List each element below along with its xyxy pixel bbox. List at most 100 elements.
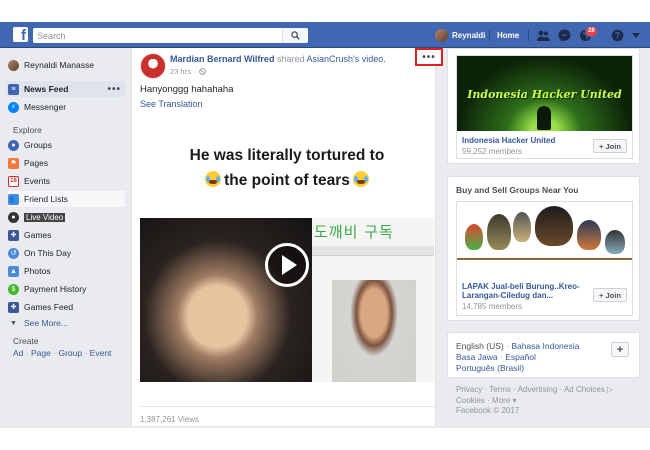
privacy-link[interactable]: Privacy [456,385,482,394]
language-option[interactable]: Bahasa Indonesia [511,341,579,351]
video-player[interactable]: He was literally tortured to the point o… [140,130,434,384]
profile-link[interactable]: Reynaldi [452,31,485,40]
notification-badge: 28 [585,26,598,37]
group-member-count: 14,785 members [462,302,523,311]
on-this-day-icon: ↺ [8,247,19,259]
sidebar-item-games-feed[interactable]: ✚ Games Feed [8,299,73,315]
play-button-icon[interactable] [265,243,309,287]
create-heading: Create [13,336,39,346]
see-translation-link[interactable]: See Translation [140,99,203,109]
feed-post: Mardian Bernard Wilfred shared AsianCrus… [131,48,436,426]
join-group-button[interactable]: + Join [593,288,627,302]
video-screen-strip [312,246,434,256]
separator: · [25,348,29,358]
sidebar-item-groups[interactable]: ● Groups 2 [8,137,164,153]
sidebar-item-label: Live Video [24,212,66,222]
group-member-count: 59,252 members [462,147,523,156]
crying-person-image [332,280,416,382]
sidebar-item-friend-lists[interactable]: 👥 Friend Lists [8,191,125,207]
laughing-tears-emoji-icon [352,171,369,187]
add-language-button[interactable]: + [611,342,629,357]
create-group-link[interactable]: Group [58,348,82,358]
pages-icon: ⚑ [8,157,19,169]
friend-requests-icon[interactable] [536,28,551,43]
sidebar-item-live-video[interactable]: ● Live Video [8,209,66,225]
cookies-link[interactable]: Cookies [456,396,485,405]
bird-image [513,212,531,242]
shared-video-link[interactable]: 's video. [353,54,386,64]
svg-text:?: ? [615,31,621,41]
video-overlay-text: 도깨비 구독 [314,223,394,241]
separator: · [499,352,503,362]
account-menu-caret-icon[interactable] [628,28,643,43]
search-input[interactable] [33,28,278,43]
group-name-link[interactable]: Indonesia Hacker United [462,136,555,145]
sidebar-item-profile[interactable]: Reynaldi Manasse [8,57,94,73]
ad-choices-link[interactable]: Ad Choices [564,385,605,394]
user-avatar[interactable] [435,29,448,42]
video-caption-line-2: the point of tears [140,171,434,190]
help-icon[interactable]: ? [610,28,625,43]
messenger-icon[interactable] [557,28,572,43]
sidebar-item-news-feed[interactable]: ≡ News Feed ••• [6,81,125,97]
games-feed-icon: ✚ [8,301,19,313]
facebook-logo[interactable]: f [13,27,28,42]
search-button[interactable] [282,28,308,43]
news-feed-icon: ≡ [8,83,19,95]
create-event-link[interactable]: Event [90,348,112,358]
bird-image [487,214,511,250]
sidebar-item-label: Messenger [24,102,67,112]
post-author-name[interactable]: Mardian Bernard Wilfred [170,54,274,64]
sidebar-item-label: On This Day [24,248,72,258]
group-cover-image[interactable]: Indonesia Hacker United [457,56,632,131]
join-group-button[interactable]: + Join [593,139,627,153]
separator: · [513,385,516,394]
home-link[interactable]: Home [497,31,519,40]
buy-sell-groups-card: Buy and Sell Groups Near You LAPAK Jual-… [447,176,640,321]
create-page-link[interactable]: Page [31,348,51,358]
bird-image [535,206,573,246]
laughing-tears-emoji-icon [205,171,222,187]
events-icon: 18 [8,175,19,187]
sidebar-see-more[interactable]: ▼ See More... [8,315,68,331]
advertising-link[interactable]: Advertising [518,385,558,394]
group-name-link-line-2[interactable]: Larangan-Ciledug dan... [462,291,553,300]
group-suggestion[interactable]: LAPAK Jual-beli Burung..Kreo- Larangan-C… [456,201,633,316]
sidebar-item-label: News Feed [24,84,69,94]
sidebar-item-events[interactable]: 18 Events [8,173,50,189]
post-author-avatar[interactable] [140,53,166,79]
group-cover-image[interactable] [457,202,632,278]
sidebar-item-games[interactable]: ✚ Games [8,227,51,243]
sidebar-item-on-this-day[interactable]: ↺ On This Day [8,245,71,261]
language-option[interactable]: Português (Brasil) [456,363,524,373]
create-links: Ad · Page · Group · Event [13,348,111,358]
language-option[interactable]: Español [505,352,536,362]
post-options-button[interactable]: ••• [415,48,443,66]
bird-image [577,220,601,250]
shared-page-link[interactable]: AsianCrush [307,54,354,64]
separator: · [484,385,488,394]
post-timestamp[interactable]: 23 hrs [170,67,191,76]
separator: · [193,67,197,76]
chevron-down-icon: ▼ [10,319,17,327]
chevron-down-icon[interactable]: ▾ [513,396,517,405]
terms-link[interactable]: Terms [489,385,511,394]
group-name-link[interactable]: LAPAK Jual-beli Burung..Kreo- [462,282,580,291]
more-link[interactable]: More [492,396,510,405]
group-suggestion[interactable]: Indonesia Hacker United Indonesia Hacker… [456,55,633,159]
sidebar-item-photos[interactable]: ▲ Photos [8,263,50,279]
sidebar-item-pages[interactable]: ⚑ Pages [8,155,48,171]
language-option[interactable]: Basa Jawa [456,352,498,362]
sidebar-item-payment-history[interactable]: $ Payment History [8,281,86,297]
create-ad-link[interactable]: Ad [13,348,23,358]
left-sidebar: Reynaldi Manasse ≡ News Feed ••• ⚡ Messe… [0,48,164,428]
perch-branch [457,258,632,260]
news-feed-options-button[interactable]: ••• [107,84,121,95]
sidebar-item-messenger[interactable]: ⚡ Messenger [8,99,66,115]
sidebar-item-label: Events [24,176,50,186]
bird-image [605,230,625,254]
post-text: Hanyonggg hahahaha [140,84,234,95]
footer-links-line-2: Cookies · More ▾ [456,396,517,405]
sidebar-item-label: See More... [24,318,68,328]
separator: · [506,341,509,351]
